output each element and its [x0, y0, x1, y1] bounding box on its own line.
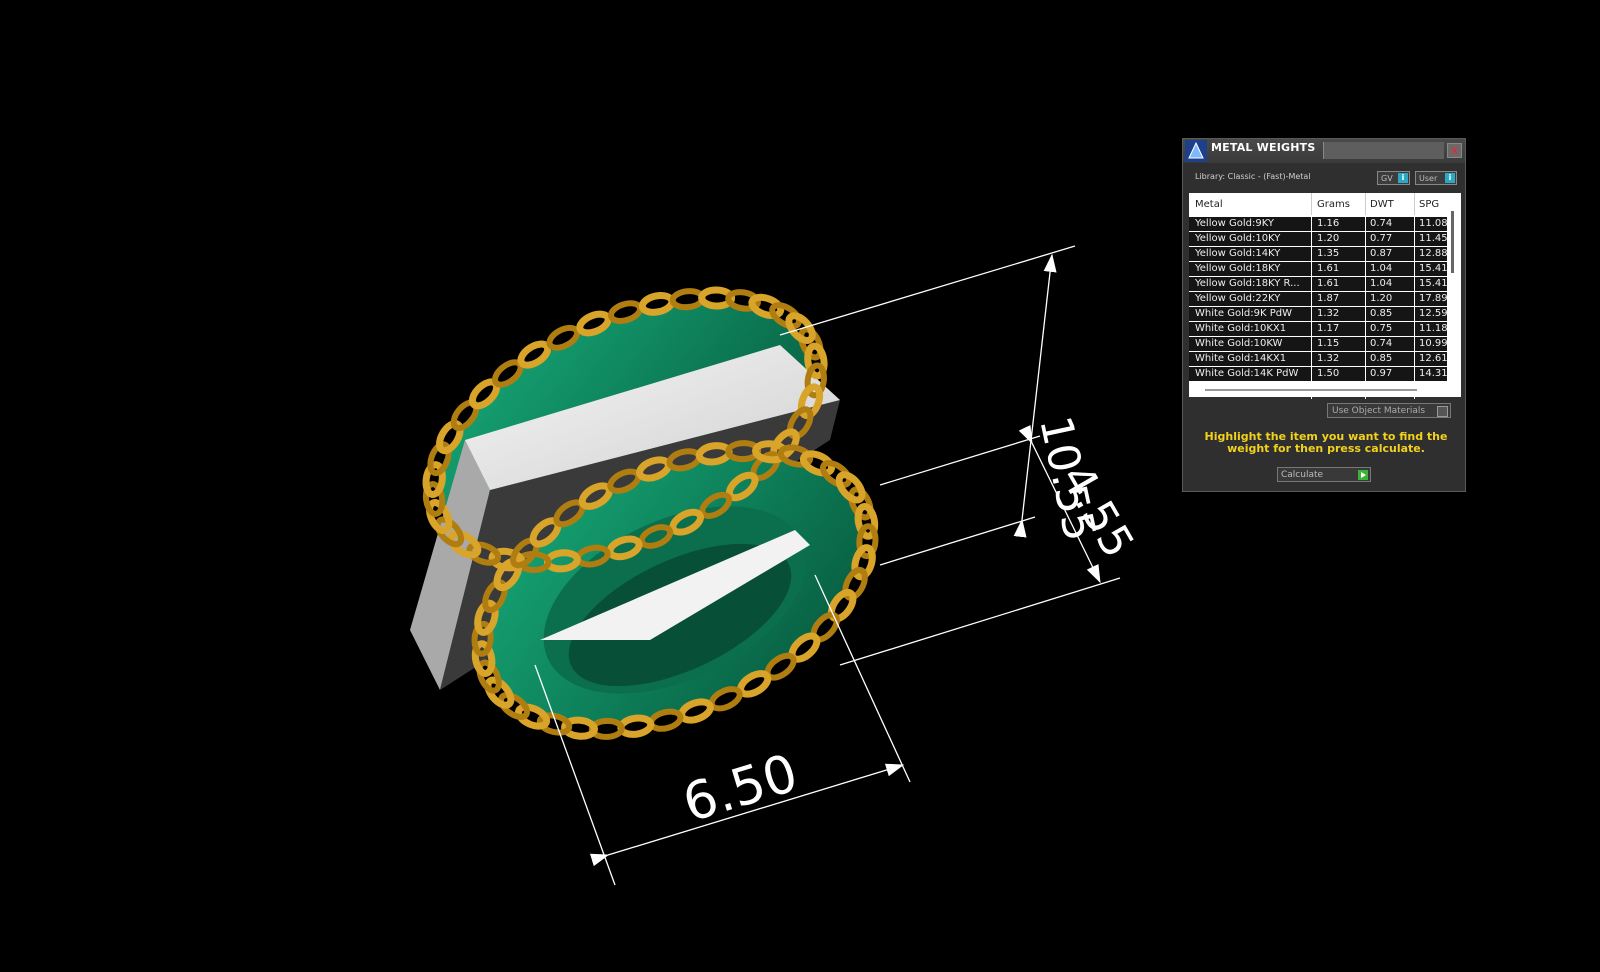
gv-label: GV: [1381, 174, 1393, 183]
panel-title: METAL WEIGHTS: [1211, 141, 1316, 154]
calculate-label: Calculate: [1281, 470, 1324, 480]
column-divider: [1365, 217, 1366, 399]
column-header-metal[interactable]: Metal: [1195, 199, 1223, 210]
table-row[interactable]: White Gold:10KW 1.15 0.74 10.99: [1189, 337, 1447, 352]
grams-cell: 1.61: [1317, 263, 1340, 274]
grams-cell: 1.50: [1317, 368, 1340, 379]
column-header-grams[interactable]: Grams: [1317, 199, 1350, 210]
dwt-cell: 0.97: [1370, 368, 1393, 379]
spg-cell: 12.61: [1419, 353, 1447, 364]
spg-cell: 17.89: [1419, 293, 1447, 304]
table-body: Yellow Gold:9KY 1.16 0.74 11.08 Yellow Gold:…: [1189, 217, 1447, 382]
close-icon[interactable]: x: [1447, 143, 1462, 158]
horizontal-scrollbar[interactable]: [1205, 389, 1417, 391]
grams-cell: 1.61: [1317, 278, 1340, 289]
metal-cell: Yellow Gold:18KY R...: [1195, 278, 1300, 289]
spg-cell: 15.41: [1419, 263, 1447, 274]
table-row[interactable]: Yellow Gold:10KY 1.20 0.77 11.45: [1189, 232, 1447, 247]
dwt-cell: 0.87: [1370, 248, 1393, 259]
chain-link: [617, 714, 655, 738]
app-logo-icon: [1185, 140, 1207, 162]
column-header-spg[interactable]: SPG: [1419, 199, 1439, 210]
spg-cell: 12.59: [1419, 308, 1447, 319]
dwt-cell: 1.20: [1370, 293, 1393, 304]
gv-info-icon[interactable]: i: [1398, 173, 1408, 183]
table-row[interactable]: Yellow Gold:14KY 1.35 0.87 12.88: [1189, 247, 1447, 262]
calculate-button[interactable]: Calculate: [1277, 467, 1371, 482]
dwt-cell: 0.74: [1370, 338, 1393, 349]
ext-line-bottom: [839, 577, 1121, 666]
spg-cell: 11.45: [1419, 233, 1447, 244]
table-row[interactable]: White Gold:9K PdW 1.32 0.85 12.59: [1189, 307, 1447, 322]
ext-line-right: [814, 574, 911, 783]
metal-cell: White Gold:10KW: [1195, 338, 1283, 349]
dwt-cell: 0.75: [1370, 323, 1393, 334]
table-row[interactable]: White Gold:14K PdW 1.50 0.97 14.31: [1189, 367, 1447, 382]
column-header-dwt[interactable]: DWT: [1370, 199, 1394, 210]
dwt-cell: 0.85: [1370, 353, 1393, 364]
checkbox-icon[interactable]: [1437, 406, 1448, 417]
metal-cell: Yellow Gold:9KY: [1195, 218, 1274, 229]
dwt-cell: 1.04: [1370, 263, 1393, 274]
dwt-cell: 1.04: [1370, 278, 1393, 289]
table-row[interactable]: White Gold:14KX1 1.32 0.85 12.61: [1189, 352, 1447, 367]
metal-cell: White Gold:14K PdW: [1195, 368, 1299, 379]
column-divider: [1414, 217, 1415, 399]
ext-line-mid: [879, 435, 1041, 486]
play-icon: [1358, 470, 1368, 480]
grams-cell: 1.35: [1317, 248, 1340, 259]
metal-cell: Yellow Gold:14KY: [1195, 248, 1281, 259]
table-header: Metal Grams DWT SPG: [1189, 193, 1447, 215]
dim-label-width: 6.50: [676, 743, 804, 834]
metal-cell: White Gold:14KX1: [1195, 353, 1287, 364]
metal-cell: Yellow Gold:10KY: [1195, 233, 1281, 244]
dwt-cell: 0.74: [1370, 218, 1393, 229]
spg-cell: 11.08: [1419, 218, 1447, 229]
table-row[interactable]: Yellow Gold:22KY 1.87 1.20 17.89: [1189, 292, 1447, 307]
spg-cell: 14.31: [1419, 368, 1447, 379]
ext-line-mid2: [879, 516, 1036, 566]
dwt-cell: 0.85: [1370, 308, 1393, 319]
grams-cell: 1.87: [1317, 293, 1340, 304]
grams-cell: 1.20: [1317, 233, 1340, 244]
titlebar-field: [1323, 142, 1444, 159]
column-divider: [1311, 217, 1312, 399]
grams-cell: 1.16: [1317, 218, 1340, 229]
grams-cell: 1.17: [1317, 323, 1340, 334]
ext-line-top: [779, 245, 1076, 336]
use-object-materials-label: Use Object Materials: [1332, 406, 1426, 416]
table-row[interactable]: Yellow Gold:18KY R... 1.61 1.04 15.41: [1189, 277, 1447, 292]
gv-button[interactable]: GV i: [1377, 171, 1410, 185]
table-row[interactable]: White Gold:10KX1 1.17 0.75 11.18: [1189, 322, 1447, 337]
spg-cell: 11.18: [1419, 323, 1447, 334]
panel-titlebar[interactable]: METAL WEIGHTS x: [1183, 139, 1465, 163]
spg-cell: 10.99: [1419, 338, 1447, 349]
chain-link: [638, 291, 676, 316]
grams-cell: 1.32: [1317, 308, 1340, 319]
column-divider: [1414, 193, 1415, 215]
column-divider: [1365, 193, 1366, 215]
instruction-text: Highlight the item you want to find the …: [1204, 430, 1448, 455]
table-row[interactable]: Yellow Gold:9KY 1.16 0.74 11.08: [1189, 217, 1447, 232]
library-label: Library: Classic - (Fast)-Metal: [1195, 172, 1311, 181]
user-label: User: [1419, 174, 1438, 183]
use-object-materials-toggle[interactable]: Use Object Materials: [1327, 403, 1451, 418]
grams-cell: 1.32: [1317, 353, 1340, 364]
vertical-scrollbar[interactable]: [1451, 211, 1454, 273]
spg-cell: 15.41: [1419, 278, 1447, 289]
column-divider: [1311, 193, 1312, 215]
user-button[interactable]: User i: [1415, 171, 1457, 185]
metal-cell: Yellow Gold:18KY: [1195, 263, 1281, 274]
table-row[interactable]: Yellow Gold:18KY 1.61 1.04 15.41: [1189, 262, 1447, 277]
dwt-cell: 0.77: [1370, 233, 1393, 244]
ring-model[interactable]: [399, 250, 904, 778]
metal-table[interactable]: Metal Grams DWT SPG Yellow Gold:9KY 1.16 0…: [1189, 193, 1461, 399]
grams-cell: 1.15: [1317, 338, 1340, 349]
metal-weights-panel: METAL WEIGHTS x Library: Classic - (Fast…: [1182, 138, 1466, 492]
user-info-icon[interactable]: i: [1445, 173, 1455, 183]
metal-cell: White Gold:9K PdW: [1195, 308, 1292, 319]
metal-cell: White Gold:10KX1: [1195, 323, 1287, 334]
metal-cell: Yellow Gold:22KY: [1195, 293, 1281, 304]
spg-cell: 12.88: [1419, 248, 1447, 259]
